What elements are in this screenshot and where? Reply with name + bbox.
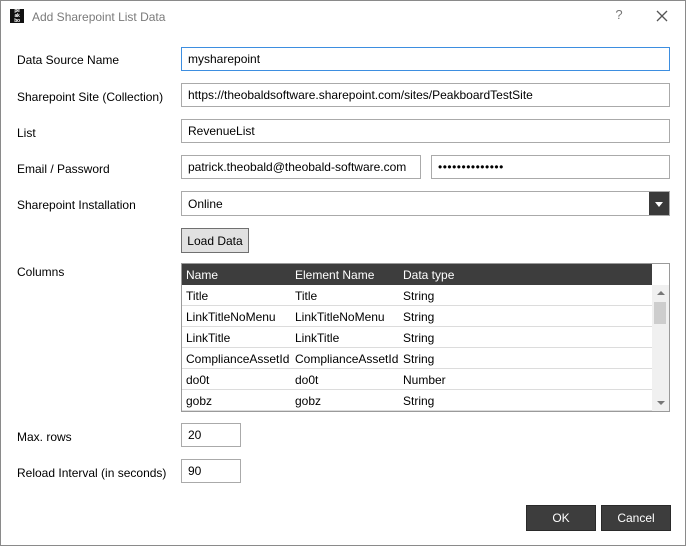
- cell-name: do0t: [186, 373, 210, 387]
- cell-element-name: ComplianceAssetId: [295, 352, 399, 366]
- table-row[interactable]: ComplianceAssetId ComplianceAssetId Stri…: [182, 348, 652, 369]
- installation-selected-value: Online: [188, 197, 223, 211]
- table-row[interactable]: Title Title String: [182, 285, 652, 306]
- cell-data-type: String: [403, 310, 435, 324]
- dialog-window: pe ak bo Add Sharepoint List Data ? Data S…: [0, 0, 686, 546]
- sharepoint-site-label: Sharepoint Site (Collection): [17, 90, 164, 104]
- password-input[interactable]: [431, 155, 670, 179]
- cell-element-name: LinkTitleNoMenu: [295, 310, 385, 324]
- cancel-button[interactable]: Cancel: [601, 505, 671, 531]
- installation-dropdown[interactable]: Online: [181, 191, 670, 216]
- chevron-up-icon: [657, 291, 665, 295]
- scroll-up-button[interactable]: [652, 285, 669, 301]
- grid-body: Title Title String LinkTitleNoMenu LinkT…: [182, 285, 652, 411]
- grid-header: Name Element Name Data type: [182, 264, 652, 285]
- cell-name: gobz: [186, 394, 213, 408]
- data-source-name-label: Data Source Name: [17, 53, 120, 67]
- title-bar: pe ak bo Add Sharepoint List Data ?: [1, 1, 685, 32]
- load-data-button[interactable]: Load Data: [181, 228, 249, 253]
- cell-element-name: do0t: [295, 373, 319, 387]
- reload-interval-input[interactable]: [181, 459, 241, 483]
- cell-element-name: LinkTitle: [295, 331, 340, 345]
- max-rows-input[interactable]: [181, 423, 241, 447]
- cell-data-type: String: [403, 352, 435, 366]
- header-name[interactable]: Name: [186, 268, 218, 282]
- table-row[interactable]: LinkTitle LinkTitle String: [182, 327, 652, 348]
- scrollbar-thumb[interactable]: [654, 302, 666, 324]
- email-password-label: Email / Password: [17, 162, 110, 176]
- header-element-name[interactable]: Element Name: [295, 268, 374, 282]
- table-row[interactable]: gobz gobz String: [182, 390, 652, 411]
- sharepoint-site-input[interactable]: [181, 83, 670, 107]
- table-row[interactable]: LinkTitleNoMenu LinkTitleNoMenu String: [182, 306, 652, 327]
- scroll-down-button[interactable]: [652, 395, 669, 411]
- columns-grid[interactable]: Name Element Name Data type Title Title …: [181, 263, 670, 412]
- data-source-name-input[interactable]: [181, 47, 670, 71]
- reload-interval-label: Reload Interval (in seconds): [17, 466, 167, 480]
- columns-label: Columns: [17, 265, 65, 279]
- cell-name: ComplianceAssetId: [186, 352, 290, 366]
- cell-data-type: String: [403, 394, 435, 408]
- dropdown-toggle[interactable]: [649, 192, 669, 215]
- header-data-type[interactable]: Data type: [403, 268, 454, 282]
- list-input[interactable]: [181, 119, 670, 143]
- cell-data-type: String: [403, 289, 435, 303]
- email-input[interactable]: [181, 155, 421, 179]
- grid-header-corner: [652, 264, 669, 285]
- cell-name: LinkTitle: [186, 331, 231, 345]
- chevron-down-icon: [657, 401, 665, 405]
- max-rows-label: Max. rows: [17, 430, 72, 444]
- close-icon: [656, 10, 668, 22]
- cell-data-type: String: [403, 331, 435, 345]
- installation-label: Sharepoint Installation: [17, 198, 136, 212]
- table-row[interactable]: do0t do0t Number: [182, 369, 652, 390]
- cell-element-name: gobz: [295, 394, 322, 408]
- cell-name: LinkTitleNoMenu: [186, 310, 276, 324]
- window-title: Add Sharepoint List Data: [32, 10, 166, 24]
- chevron-down-icon: [655, 202, 663, 207]
- list-label: List: [17, 126, 36, 140]
- grid-scrollbar[interactable]: [652, 285, 669, 411]
- ok-button[interactable]: OK: [526, 505, 596, 531]
- cell-data-type: Number: [403, 373, 446, 387]
- help-button[interactable]: ?: [611, 7, 627, 25]
- close-button[interactable]: [653, 6, 671, 26]
- app-logo-icon: pe ak bo: [10, 9, 24, 23]
- cell-name: Title: [186, 289, 209, 303]
- cell-element-name: Title: [295, 289, 318, 303]
